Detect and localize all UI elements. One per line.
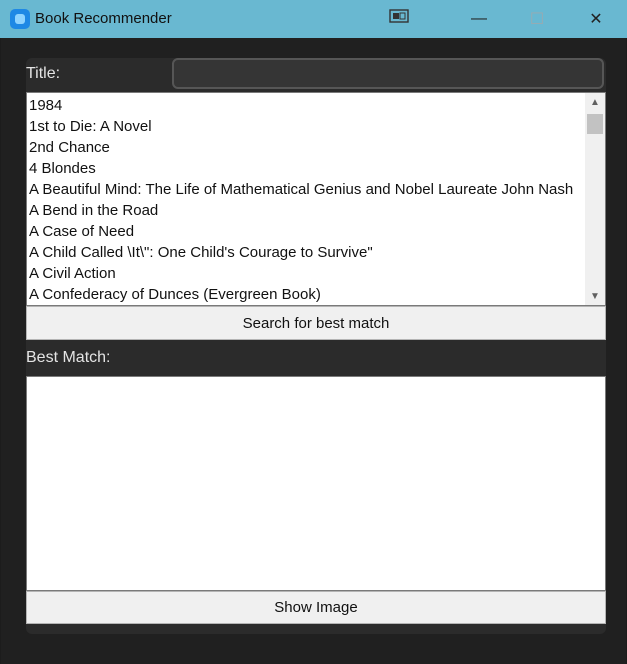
book-list: 1984 1st to Die: A Novel 2nd Chance 4 Blond… [28,95,584,305]
close-button[interactable]: ✕ [573,0,619,38]
title-input[interactable] [172,58,604,89]
list-item[interactable]: A Beautiful Mind: The Life of Mathematic… [28,179,584,200]
list-scrollbar[interactable]: ▲ ▼ [585,93,605,305]
snap-layout-icon[interactable] [389,9,409,23]
list-item[interactable]: A Child Called \It\": One Child's Courag… [28,242,584,263]
maximize-icon: ☐ [529,11,545,28]
show-image-button[interactable]: Show Image [26,591,606,624]
scroll-up-arrow-icon[interactable]: ▲ [585,93,605,111]
search-best-match-button[interactable]: Search for best match [26,306,606,340]
list-item[interactable]: 2nd Chance [28,137,584,158]
list-item[interactable]: A Civil Action [28,263,584,284]
list-item[interactable]: A Bend in the Road [28,200,584,221]
app-icon [10,9,30,29]
list-item[interactable]: 1984 [28,95,584,116]
scroll-down-arrow-icon[interactable]: ▼ [585,287,605,305]
scroll-thumb[interactable] [587,114,603,134]
list-item[interactable]: 4 Blondes [28,158,584,179]
minimize-button[interactable]: — [456,0,502,38]
list-item[interactable]: 1st to Die: A Novel [28,116,584,137]
list-item[interactable]: A Case of Need [28,221,584,242]
close-icon: ✕ [589,11,603,28]
window-title: Book Recommender [35,10,172,27]
title-label: Title: [26,65,61,82]
best-match-output[interactable] [26,376,606,591]
best-match-label: Best Match: [26,349,111,366]
title-bar: Book Recommender — ☐ ✕ [0,0,627,38]
minimize-icon: — [471,10,487,27]
book-listbox[interactable]: 1984 1st to Die: A Novel 2nd Chance 4 Blond… [26,92,606,306]
maximize-button[interactable]: ☐ [514,0,560,38]
list-item[interactable]: A Confederacy of Dunces (Evergreen Book) [28,284,584,305]
